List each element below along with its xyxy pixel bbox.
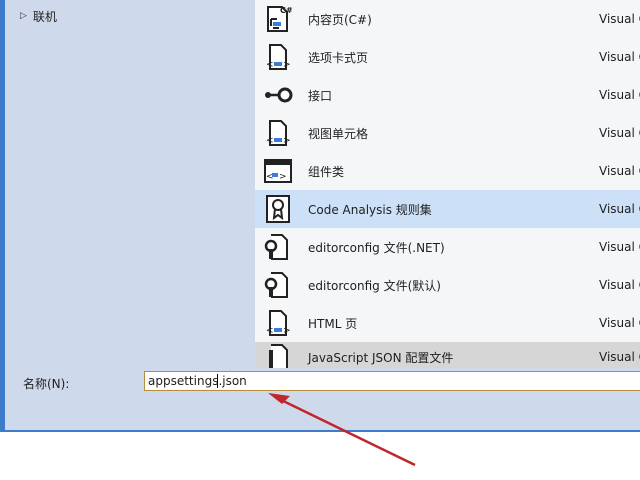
annotation-arrow-icon: [268, 393, 416, 467]
